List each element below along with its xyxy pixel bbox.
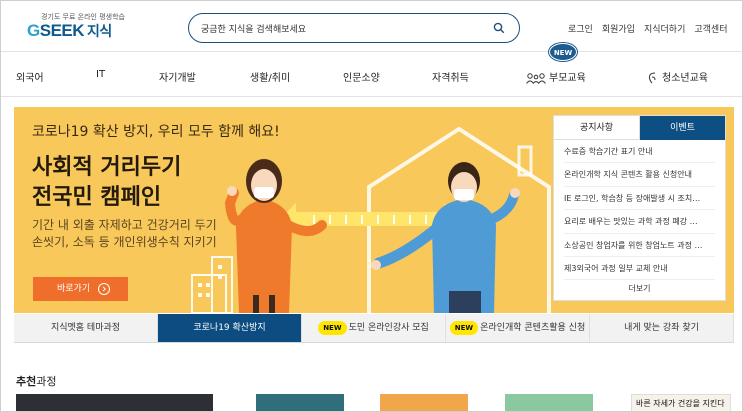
tab-notice[interactable]: 공지사항 (554, 116, 640, 140)
notice-item[interactable]: 소상공인 창업자를 위한 창업노트 과정 … (564, 234, 715, 257)
banner-headline: 코로나19 확산 방지, 우리 모두 함께 해요! (32, 124, 280, 140)
notice-item[interactable]: 수료증 학습기간 표기 안내 (564, 140, 715, 164)
course-thumbnail[interactable] (16, 394, 213, 411)
banner-subtext-line2: 손씻기, 소독 등 개인위생수칙 지키기 (32, 235, 217, 249)
banner-tab-find-course[interactable]: 내게 맞는 강좌 찾기 (590, 314, 734, 342)
login-link[interactable]: 로그인 (568, 22, 593, 35)
notice-item[interactable]: 온라인개학 지식 콘텐츠 활용 신청안내 (564, 163, 715, 187)
recommend-title-bold: 추천 (16, 375, 37, 388)
nav-item-self-development[interactable]: 자기개발 (159, 69, 196, 84)
banner-tab-instructor-recruit[interactable]: NEW 도민 온라인강사 모집 (302, 314, 446, 342)
main-nav: 외국어 IT 자기개발 생활/취미 인문소양 자격취득 NEW 부모교육 청소년… (1, 43, 742, 97)
nav-item-life-hobby[interactable]: 생활/취미 (250, 69, 290, 84)
course-thumbnail[interactable] (505, 394, 593, 411)
recommend-title-rest: 과정 (36, 375, 57, 388)
banner-tab-label: 내게 맞는 강좌 찾기 (624, 323, 699, 333)
logo-kr: 지식 (87, 23, 112, 39)
new-badge: NEW (549, 43, 577, 61)
banner-tab-label: 온라인개학 콘텐츠활용 신청 (480, 323, 586, 333)
nav-item-foreign-language[interactable]: 외국어 (16, 69, 44, 84)
nav-item-youth-education[interactable]: 청소년교육 (648, 69, 708, 84)
notice-item[interactable]: 제3외국어 과정 일부 교체 안내 (564, 257, 715, 281)
search-placeholder: 궁금한 지식을 검색해보세요 (201, 25, 307, 35)
banner-go-button[interactable]: 바로가기 (33, 277, 128, 301)
search-icon[interactable] (493, 22, 505, 34)
search-input[interactable]: 궁금한 지식을 검색해보세요 (188, 13, 520, 43)
nav-item-it[interactable]: IT (96, 69, 105, 80)
nav-item-humanities[interactable]: 인문소양 (343, 69, 380, 84)
nav-item-certification[interactable]: 자격취득 (432, 69, 469, 84)
notice-panel: 공지사항 이벤트 수료증 학습기간 표기 안내 온라인개학 지식 콘텐츠 활용 … (553, 115, 726, 301)
logo-wordmark: GSEEK 지식 (27, 21, 112, 41)
signup-link[interactable]: 회원가입 (602, 22, 635, 35)
banner-tab-online-school[interactable]: NEW 온라인개학 콘텐츠활용 신청 (446, 314, 590, 342)
nav-item-parent-education[interactable]: 부모교육 (526, 69, 586, 84)
notice-tabs: 공지사항 이벤트 (554, 116, 725, 140)
customer-center-link[interactable]: 고객센터 (694, 22, 727, 35)
logo-seek: SEEK (39, 21, 85, 40)
logo-g: G (27, 21, 40, 40)
banner-go-label: 바로가기 (57, 284, 91, 294)
nav-parent-label: 부모교육 (549, 73, 586, 84)
knowledge-plus-link[interactable]: 지식더하기 (644, 22, 685, 35)
new-badge: NEW (449, 320, 479, 335)
banner-tab-theme-course[interactable]: 지식멧홈 테마과정 (14, 314, 158, 342)
nav-youth-label: 청소년교육 (662, 73, 708, 84)
notice-item[interactable]: IE 로그인, 학습창 등 장애발생 시 조치… (564, 187, 715, 211)
recommend-title: 추천과정 (16, 373, 57, 389)
arrow-right-icon (98, 283, 110, 295)
banner-tab-covid[interactable]: 코로나19 확산방지 (158, 314, 302, 342)
family-icon (526, 72, 546, 84)
banner-tab-label: 지식멧홈 테마과정 (50, 323, 121, 333)
banner-subtext-line1: 기간 내 외출 자제하고 건강거리 두기 (32, 218, 217, 232)
notice-item[interactable]: 요리로 배우는 맛있는 과학 과정 폐강 … (564, 210, 715, 234)
banner-tabs: 지식멧홈 테마과정 코로나19 확산방지 NEW 도민 온라인강사 모집 NEW 온… (14, 314, 734, 343)
banner-tab-label: 코로나19 확산방지 (193, 323, 266, 333)
banner-title-line2: 전국민 캠페인 (32, 185, 162, 210)
course-thumbnail[interactable] (256, 394, 344, 411)
logo[interactable]: 경기도 무료 온라인 평생학습 GSEEK 지식 (27, 12, 137, 42)
new-badge: NEW (318, 320, 347, 335)
notice-more-link[interactable]: 더보기 (554, 283, 725, 294)
youth-icon (648, 72, 656, 84)
top-links: 로그인 회원가입 지식더하기 고객센터 (568, 22, 728, 35)
page-frame: 경기도 무료 온라인 평생학습 GSEEK 지식 궁금한 지식을 검색해보세요 로… (0, 0, 743, 412)
banner-tab-label: 도민 온라인강사 모집 (348, 323, 429, 333)
course-thumbnail-caption: 바른 자세가 건강을 지킨다 (636, 399, 725, 408)
tab-event[interactable]: 이벤트 (640, 116, 725, 140)
notice-list: 수료증 학습기간 표기 안내 온라인개학 지식 콘텐츠 활용 신청안내 IE 로… (554, 140, 725, 281)
banner-title-line1: 사회적 거리두기 (32, 155, 182, 180)
course-thumbnail[interactable] (380, 394, 468, 411)
